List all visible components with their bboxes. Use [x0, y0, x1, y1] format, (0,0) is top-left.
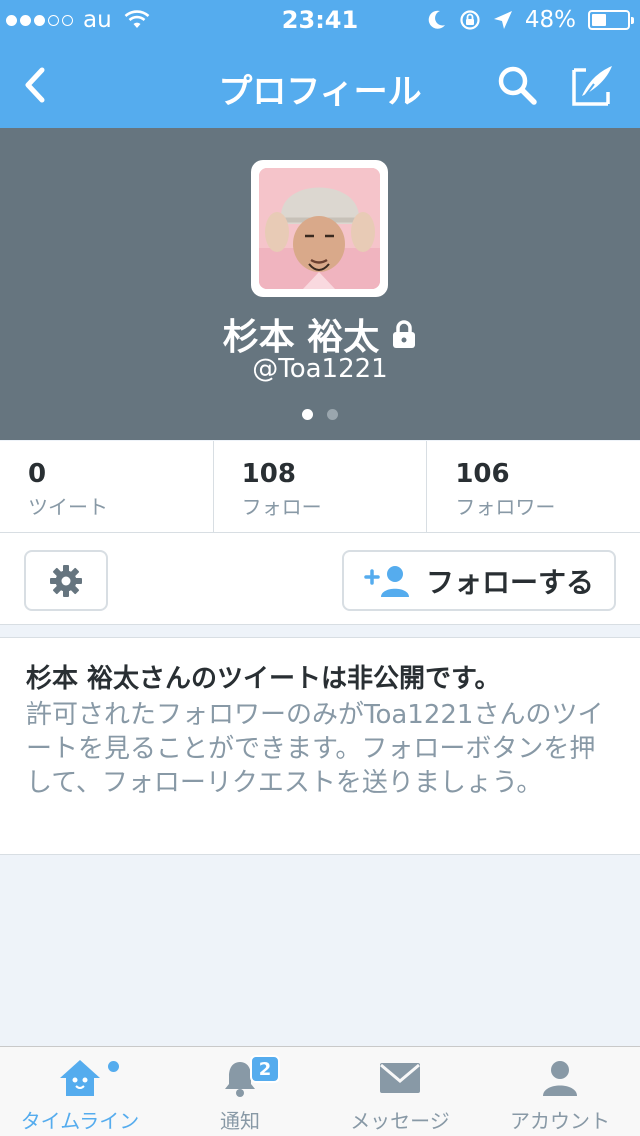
rotation-lock-icon: [460, 10, 480, 30]
protected-notice-title: 杉本 裕太さんのツイートは非公開です。: [26, 664, 501, 694]
tab-account[interactable]: アカウント: [480, 1047, 640, 1136]
tab-messages-label: メッセージ: [350, 1109, 450, 1133]
page-indicator[interactable]: [0, 409, 640, 420]
add-user-icon: [364, 565, 409, 597]
lock-icon: [393, 320, 416, 348]
tab-bar: タイムライン 2 通知 メッセージ アカウント: [0, 1046, 640, 1136]
stat-tweets-label: ツイート: [28, 495, 108, 519]
new-content-dot: [108, 1061, 119, 1072]
battery-icon: [588, 10, 634, 30]
battery-percent: 48%: [524, 7, 576, 33]
tab-timeline-label: タイムライン: [20, 1109, 140, 1133]
location-icon: [493, 11, 512, 29]
stat-following[interactable]: 108 フォロー: [214, 441, 428, 532]
follow-button[interactable]: フォローする: [342, 550, 616, 611]
stat-following-label: フォロー: [241, 495, 322, 519]
profile-handle: @Toa1221: [252, 354, 388, 384]
compose-icon: [572, 66, 612, 106]
home-icon: [60, 1060, 100, 1096]
search-button[interactable]: [492, 60, 542, 110]
gear-icon: [50, 564, 82, 597]
status-bar: au 23:41 48%: [0, 0, 640, 40]
notification-badge: 2: [250, 1055, 280, 1083]
protected-tweets-notice: 杉本 裕太さんのツイートは非公開です。 許可されたフォロワーのみがToa1221…: [0, 637, 640, 855]
page-dot-active: [302, 409, 313, 420]
tab-notifications[interactable]: 2 通知: [160, 1047, 320, 1136]
profile-header: 杉本 裕太 @Toa1221: [0, 128, 640, 440]
profile-stats: 0 ツイート 108 フォロー 106 フォロワー: [0, 441, 640, 533]
profile-name-row: 杉本 裕太: [0, 308, 640, 360]
tab-timeline[interactable]: タイムライン: [0, 1047, 160, 1136]
navigation-bar: プロフィール: [0, 40, 640, 128]
avatar-image: [259, 168, 380, 289]
follow-button-label: フォローする: [425, 565, 594, 599]
stat-tweets[interactable]: 0 ツイート: [0, 441, 214, 532]
protected-notice-body: 許可されたフォロワーのみがToa1221さんのツイートを見ることができます。フォ…: [26, 700, 604, 798]
avatar[interactable]: [251, 160, 388, 297]
profile-name: 杉本 裕太: [222, 317, 380, 358]
search-icon: [498, 66, 537, 105]
person-icon: [543, 1061, 577, 1096]
stat-followers-count: 106: [455, 459, 510, 489]
stat-followers[interactable]: 106 フォロワー: [427, 441, 640, 532]
stat-tweets-count: 0: [28, 459, 47, 489]
battery-level: [592, 14, 607, 26]
tab-notifications-label: 通知: [220, 1109, 260, 1133]
page-dot: [327, 409, 338, 420]
moon-icon: [428, 10, 445, 29]
profile-actions: フォローする: [0, 533, 640, 625]
page-title: プロフィール: [218, 72, 422, 112]
tab-account-label: アカウント: [510, 1109, 610, 1133]
stat-following-count: 108: [241, 459, 296, 489]
compose-button[interactable]: [568, 60, 618, 110]
settings-button[interactable]: [24, 550, 108, 611]
stat-followers-label: フォロワー: [455, 495, 556, 519]
envelope-icon: [380, 1063, 420, 1093]
tab-messages[interactable]: メッセージ: [320, 1047, 480, 1136]
